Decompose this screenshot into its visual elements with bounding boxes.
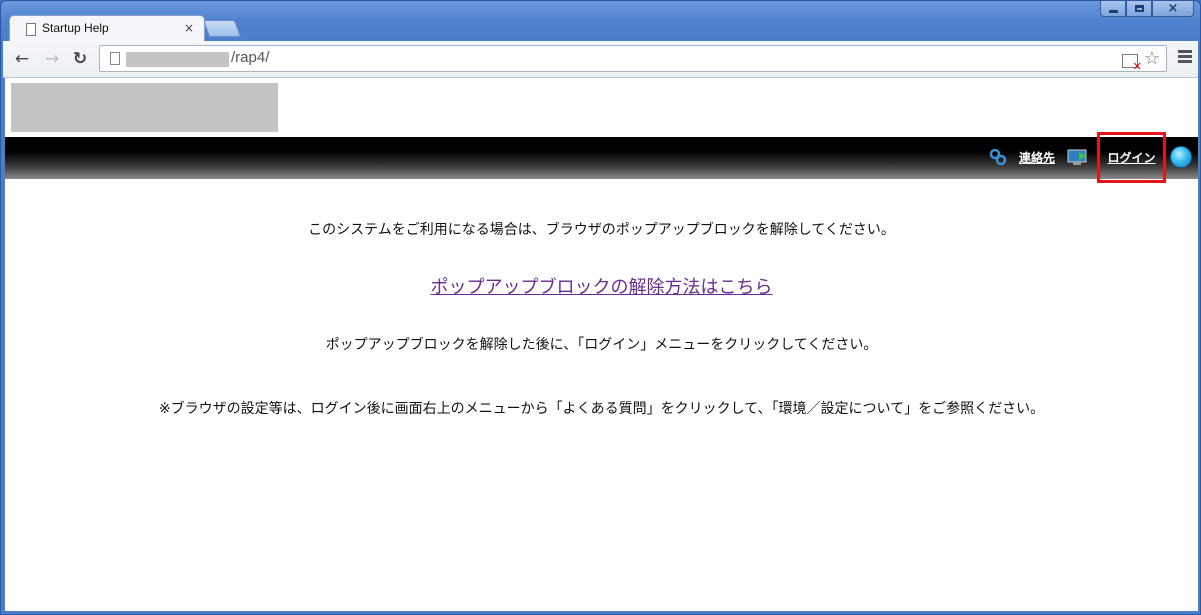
close-icon: × (1167, 0, 1179, 16)
url-redacted (126, 52, 229, 67)
url-path: /rap4/ (231, 49, 270, 66)
monitor-icon (1067, 148, 1089, 166)
browser-toolbar: ← → ↻ /rap4/ ✕ ☆ (3, 41, 1198, 78)
back-arrow-icon: ← (14, 49, 30, 69)
login-highlight: ログイン (1097, 131, 1166, 183)
browser-window: × Startup Help × ← → ↻ /rap4/ ✕ ☆ 連絡先 ログ… (0, 0, 1201, 615)
forward-arrow-icon: → (44, 49, 60, 69)
new-tab-button[interactable] (202, 20, 242, 37)
header-navbar: 連絡先 ログイン (5, 131, 1198, 183)
bookmark-star-icon[interactable]: ☆ (1144, 49, 1160, 69)
minimize-button[interactable] (1100, 1, 1126, 17)
back-button[interactable]: ← (11, 48, 33, 70)
page-icon (110, 52, 120, 65)
forward-button[interactable]: → (41, 48, 63, 70)
maximize-button[interactable] (1126, 1, 1152, 17)
popup-blocked-icon[interactable]: ✕ (1121, 53, 1142, 73)
contact-icon (989, 148, 1007, 166)
window-controls: × (1100, 1, 1194, 17)
settings-note: ※ブラウザの設定等は、ログイン後に画面右上のメニューから「よくある質問」をクリッ… (158, 401, 1045, 417)
blocked-x-icon: ✕ (1132, 59, 1142, 73)
login-link[interactable]: ログイン (1107, 149, 1155, 166)
close-window-button[interactable]: × (1152, 1, 1194, 17)
logo-redacted (11, 83, 278, 132)
page-content: 連絡先 ログイン このシステムをご利用になる場合は、ブラウザのポップアップブロッ… (5, 78, 1198, 611)
omnibox-actions: ✕ ☆ (1121, 49, 1160, 73)
tab-title: Startup Help (42, 21, 109, 35)
contact-link[interactable]: 連絡先 (1019, 149, 1055, 166)
chrome-menu-icon[interactable] (1178, 50, 1192, 65)
reload-icon: ↻ (72, 49, 88, 69)
minimize-icon (1108, 9, 1118, 13)
document-icon (26, 23, 36, 36)
login-instruction: ポップアップブロックを解除した後に、「ログイン」メニューをクリックしてください。 (325, 337, 878, 353)
reload-button[interactable]: ↻ (69, 48, 91, 70)
globe-icon[interactable] (1170, 146, 1192, 168)
tab-close-icon[interactable]: × (184, 21, 194, 35)
maximize-icon (1134, 5, 1144, 12)
tab-startup-help[interactable]: Startup Help × (9, 15, 205, 42)
popup-block-message: このシステムをご利用になる場合は、ブラウザのポップアップブロックを解除してくださ… (308, 222, 895, 238)
header-nav-items: 連絡先 ログイン (989, 131, 1192, 183)
popup-unblock-help-link[interactable]: ポップアップブロックの解除方法はこちら (5, 273, 1198, 299)
address-bar[interactable]: /rap4/ ✕ ☆ (99, 45, 1167, 73)
